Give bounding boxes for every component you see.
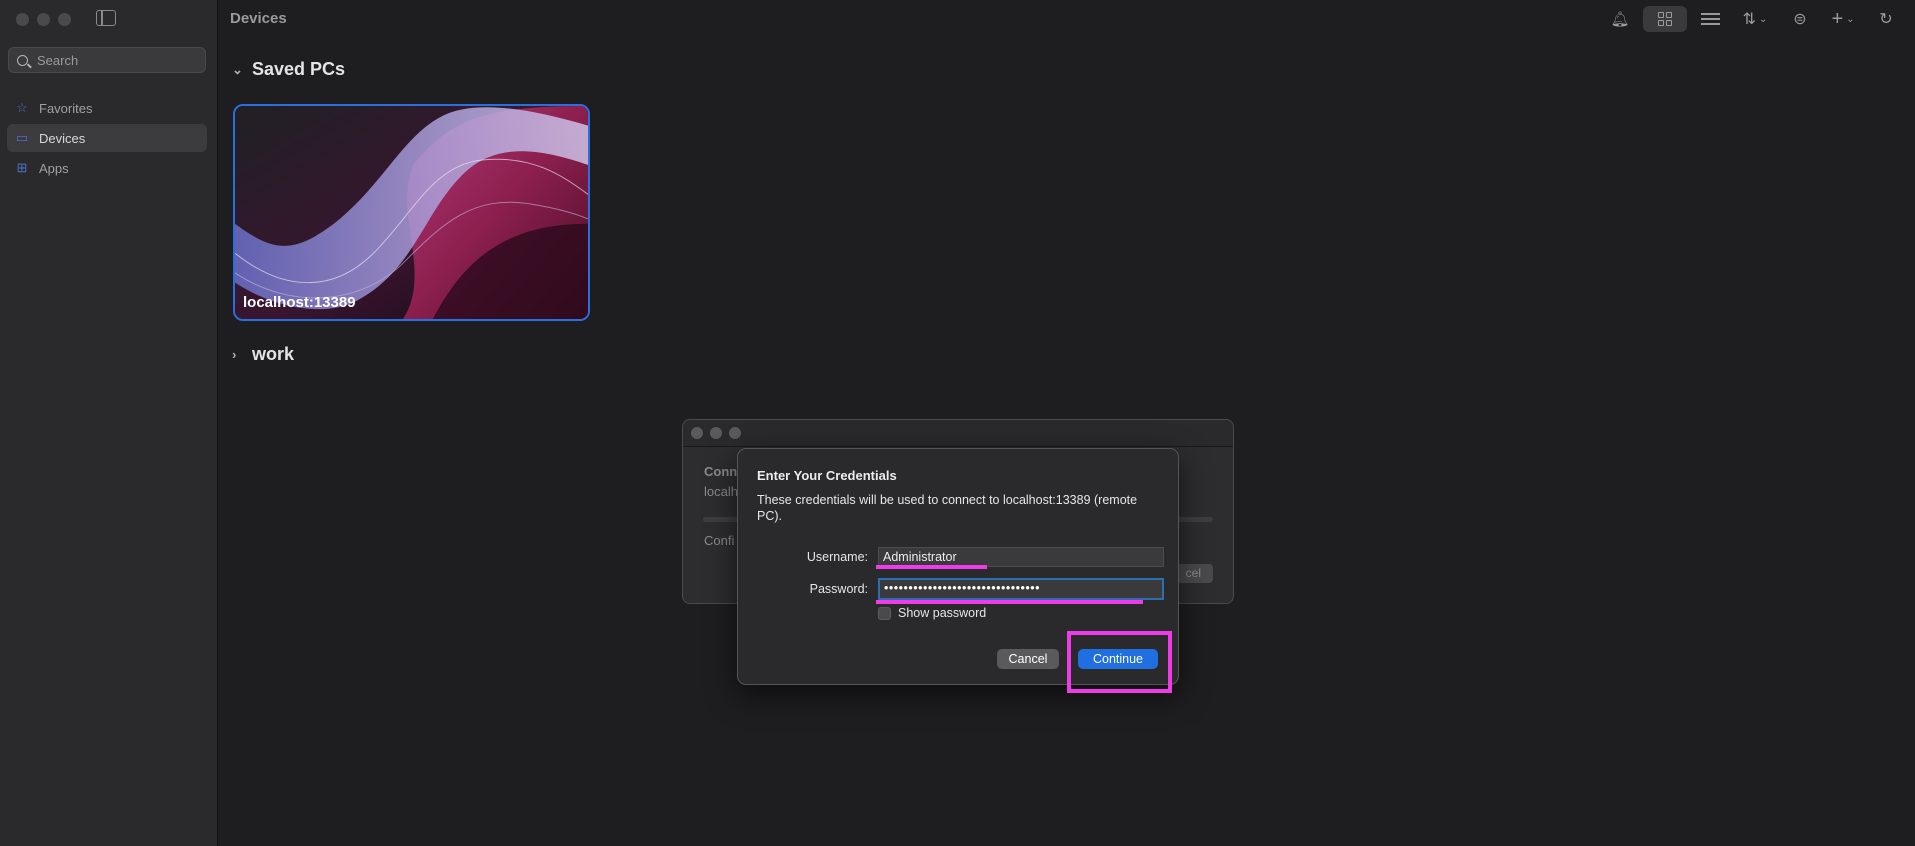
connection-step-text: Confi [704,533,735,548]
sidebar-item-apps[interactable]: ⊞ Apps [7,154,207,182]
sidebar-item-label: Apps [39,160,69,176]
pc-thumbnail-card[interactable]: localhost:13389 [233,104,590,321]
chevron-down-icon: ⌄ [1846,13,1855,25]
password-label: Password: [809,582,868,596]
section-title: work [252,344,295,364]
chevron-down-icon: ⌄ [232,61,243,77]
window-titlebar [683,420,1233,447]
grid-view-icon [1658,12,1672,26]
list-view-icon [1700,13,1720,25]
page-title: Devices [230,10,287,27]
sidebar: ☆ Favorites ▭ Devices ⊞ Apps [0,0,218,846]
continue-highlight-box [1067,631,1172,693]
grid-view-button[interactable] [1643,6,1687,32]
close-window-button[interactable] [691,427,703,439]
chevron-down-icon: ⌄ [1759,13,1768,25]
zoom-window-button[interactable] [729,427,741,439]
connection-status-title: Conn [704,464,738,479]
notifications-bell-icon[interactable]: 🔔︎ [1605,6,1635,32]
username-label: Username: [806,550,868,564]
chevron-right-icon: › [232,347,237,362]
minimize-window-button[interactable] [710,427,722,439]
dialog-title: Enter Your Credentials [757,468,897,483]
username-highlight-underline [876,565,987,569]
password-highlight-underline [876,600,1143,604]
show-password-label: Show password [898,606,987,620]
star-icon: ☆ [16,100,28,115]
sort-button[interactable]: ⇅ ⌄ [1733,6,1777,32]
sidebar-item-label: Devices [39,130,86,146]
sidebar-nav: ☆ Favorites ▭ Devices ⊞ Apps [7,94,207,184]
plus-icon: + [1831,7,1844,30]
search-icon [17,54,28,66]
sidebar-toggle-icon[interactable] [96,10,116,26]
toolbar: Devices 🔔︎ ⇅ ⌄ ⊜ + ⌄ ↻ [218,0,1915,38]
window-controls [691,427,741,439]
cancel-button[interactable]: Cancel [997,649,1059,669]
zoom-window-button[interactable] [58,13,71,26]
sidebar-item-favorites[interactable]: ☆ Favorites [7,94,207,122]
close-window-button[interactable] [16,13,29,26]
filter-icon: ⊜ [1793,11,1807,28]
show-password-checkbox[interactable] [878,607,891,620]
pc-name-label: localhost:13389 [243,294,356,311]
username-field[interactable]: Administrator [878,547,1164,567]
refresh-button[interactable]: ↻ [1871,6,1901,32]
minimize-window-button[interactable] [37,13,50,26]
sort-arrows-icon: ⇅ [1742,11,1756,28]
work-group-header[interactable]: › work [232,344,294,365]
password-field[interactable]: •••••••••••••••••••••••••••••••• [878,578,1164,600]
window-controls [16,13,71,26]
sidebar-item-devices[interactable]: ▭ Devices [7,124,207,152]
dialog-message: These credentials will be used to connec… [757,493,1138,523]
sidebar-item-label: Favorites [39,100,93,116]
monitor-icon: ▭ [15,130,29,145]
list-view-button[interactable] [1695,6,1725,32]
connection-host-text: localh [704,484,738,499]
grid-icon: ⊞ [16,160,28,175]
filter-button[interactable]: ⊜ [1785,6,1815,32]
search-field[interactable] [8,47,206,73]
saved-pcs-header[interactable]: ⌄ Saved PCs [232,59,345,80]
search-input[interactable] [35,51,199,69]
refresh-icon: ↻ [1879,11,1893,28]
section-title: Saved PCs [252,59,346,79]
wallpaper-thumbnail [235,106,588,319]
add-button[interactable]: + ⌄ [1823,6,1863,32]
